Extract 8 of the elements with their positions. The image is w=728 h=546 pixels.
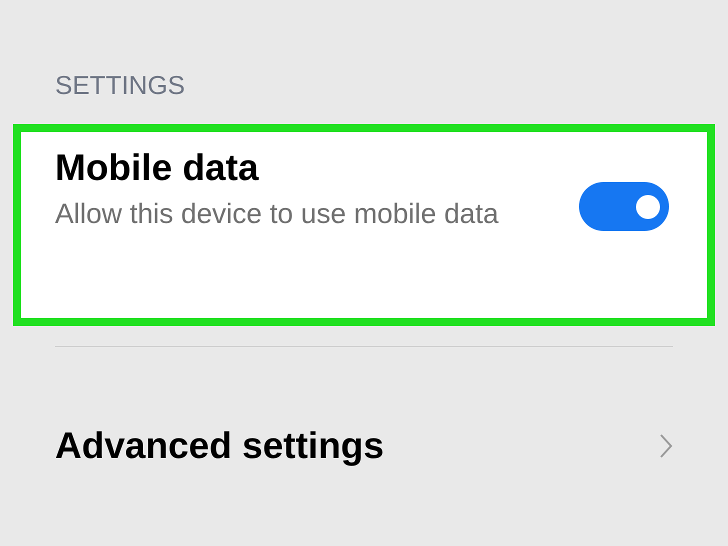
setting-title: Mobile data [55,146,259,190]
chevron-right-icon [659,433,673,459]
mobile-data-row[interactable]: Mobile data Allow this device to use mobile data [13,124,715,326]
advanced-settings-label: Advanced settings [55,424,384,468]
section-header: SETTINGS [55,69,186,102]
advanced-settings-row[interactable]: Advanced settings [55,423,675,469]
setting-description: Allow this device to use mobile data [55,197,500,231]
toggle-switch[interactable] [579,182,669,231]
